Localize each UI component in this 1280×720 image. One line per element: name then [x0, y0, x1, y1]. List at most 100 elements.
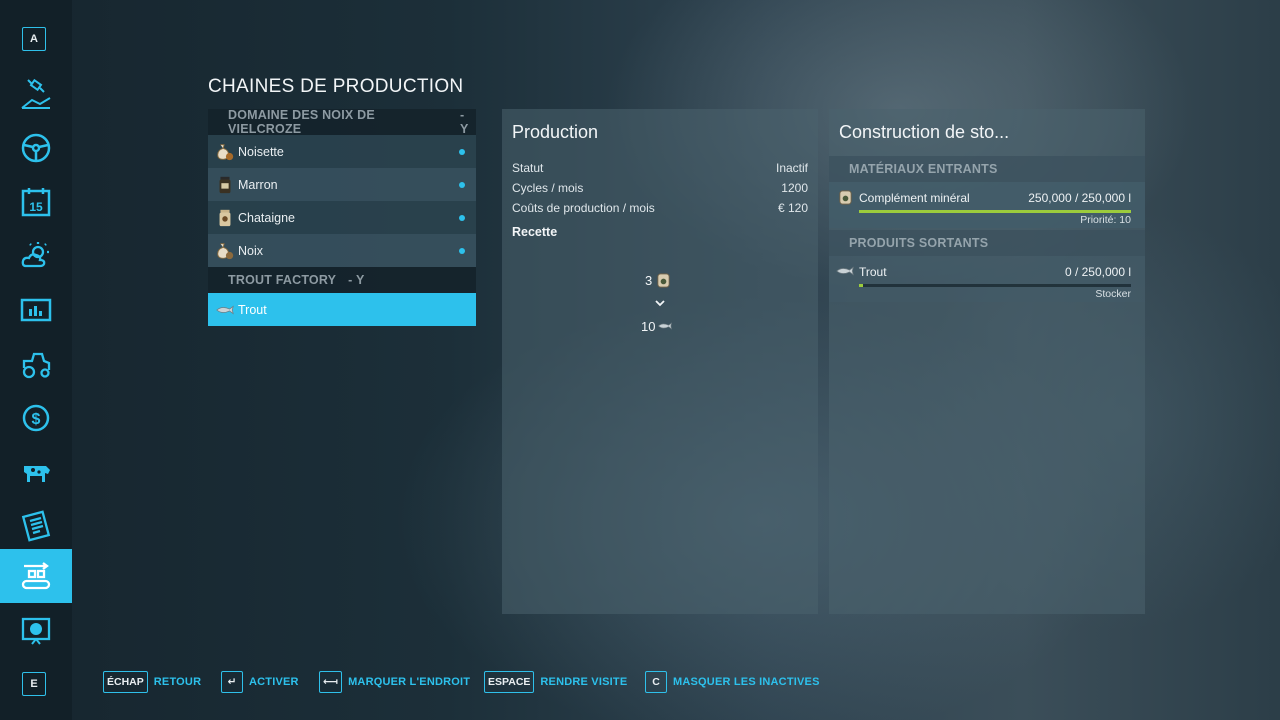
fill-level [859, 210, 1131, 213]
hazelnut-icon [214, 141, 236, 163]
next-tab-key[interactable]: E [22, 672, 46, 696]
sidebar-item-animals[interactable] [0, 445, 72, 499]
group-name: TROUT FACTORY [228, 273, 337, 287]
list-item-label: Noix [238, 243, 264, 258]
sidebar-item-map[interactable] [0, 67, 72, 121]
footer-visit[interactable]: ESPACE RENDRE VISITE [484, 671, 627, 693]
outputs-header: PRODUITS SORTANTS [829, 230, 1145, 256]
row-label: Coûts de production / mois [512, 201, 655, 215]
help-icon [21, 617, 51, 645]
recipe-input: 3 [645, 272, 672, 289]
output-product-row: Trout 0 / 250,000 l Stocker [829, 256, 1145, 302]
status-dot [459, 215, 465, 221]
sidebar-item-calendar[interactable]: 15 [0, 175, 72, 229]
recipe-output-qty: 10 [641, 318, 656, 334]
inputs-header: MATÉRIAUX ENTRANTS [829, 156, 1145, 182]
vehicles-icon [22, 352, 51, 379]
footer-label: MASQUER LES INACTIVES [673, 676, 820, 688]
panel-title: Construction de sto... [839, 122, 1010, 142]
animals-icon [24, 466, 50, 482]
key-c: C [645, 671, 667, 693]
sidebar-item-weather[interactable] [0, 229, 72, 283]
sidebar-item-contracts[interactable] [0, 499, 72, 553]
output-mode-label[interactable]: Stocker [1095, 288, 1131, 300]
finances-icon: $ [22, 404, 50, 432]
group-name: DOMAINE DES NOIX DE VIELCROZE [228, 108, 375, 136]
calendar-icon: 15 [21, 188, 51, 217]
status-dot [459, 149, 465, 155]
walnut-icon [214, 240, 236, 262]
list-item-noix[interactable]: Noix [208, 234, 476, 267]
contracts-icon [21, 510, 51, 542]
recipe-input-qty: 3 [645, 273, 653, 288]
material-amount: 250,000 / 250,000 l [1028, 191, 1131, 205]
row-label: Statut [512, 161, 544, 175]
footer-label: RETOUR [153, 676, 202, 688]
priority-label[interactable]: Priorité: 10 [1080, 214, 1131, 226]
sidebar-item-help[interactable] [0, 603, 72, 657]
cycles-row: Cycles / mois 1200 [512, 181, 808, 195]
production-panel: Production Statut Inactif Cycles / mois … [502, 109, 818, 614]
row-value: € 120 [777, 201, 808, 215]
sidebar-item-finances[interactable]: $ [0, 391, 72, 445]
footer-label: RENDRE VISITE [540, 676, 628, 688]
status-row: Statut Inactif [512, 161, 808, 175]
list-item-label: Chataigne [238, 210, 295, 225]
footer-back[interactable]: ÉCHAP RETOUR [103, 671, 201, 693]
footer-label: ACTIVER [249, 676, 299, 688]
group-suffix: - Y [459, 108, 469, 136]
mineral-feed-bag-icon [835, 187, 855, 207]
svg-text:$: $ [32, 411, 41, 428]
fish-icon [658, 322, 673, 330]
chestnut-jar-icon [214, 207, 236, 229]
fill-level-bar [859, 210, 1131, 213]
sidebar: A 15 $ E [0, 0, 72, 720]
statistics-icon [20, 298, 52, 322]
sidebar-item-vehicles[interactable] [0, 337, 72, 391]
chestnut-jar-icon [214, 174, 236, 196]
footer-activate[interactable]: ↵ ACTIVER [221, 671, 299, 693]
key-escape: ÉCHAP [103, 671, 148, 693]
group-suffix: - Y [348, 273, 365, 287]
list-item-label: Trout [238, 302, 267, 317]
row-label: Cycles / mois [512, 181, 584, 195]
key-space: ESPACE [484, 671, 535, 693]
status-dot [459, 182, 465, 188]
footer-hide-inactive[interactable]: C MASQUER LES INACTIVES [645, 671, 820, 693]
map-satellite-icon [21, 78, 51, 109]
fish-icon [835, 261, 855, 281]
sidebar-item-statistics[interactable] [0, 283, 72, 337]
key-backspace: ⟻ [319, 671, 343, 693]
group-header: DOMAINE DES NOIX DE VIELCROZE - Y [208, 108, 476, 136]
material-name: Complément minéral [859, 191, 970, 205]
chevron-down-icon [655, 300, 665, 307]
production-chains-icon [21, 562, 51, 590]
sidebar-item-production-chains[interactable] [0, 549, 72, 603]
product-amount: 0 / 250,000 l [1064, 265, 1131, 279]
status-dot [459, 248, 465, 254]
key-enter: ↵ [221, 671, 243, 693]
fill-level-bar [859, 284, 1131, 287]
steering-wheel-icon [21, 133, 51, 163]
list-item-chataigne[interactable]: Chataigne [208, 201, 476, 234]
row-value: 1200 [781, 181, 808, 195]
costs-row: Coûts de production / mois € 120 [512, 201, 808, 215]
svg-text:15: 15 [29, 200, 43, 214]
list-item-label: Noisette [238, 144, 284, 159]
panel-title: Production [512, 122, 599, 142]
prev-tab-key[interactable]: A [22, 27, 46, 51]
footer-mark-location[interactable]: ⟻ MARQUER L'ENDROIT [319, 671, 470, 693]
recipe-title: Recette [512, 225, 558, 239]
list-item-trout[interactable]: Trout [208, 293, 476, 326]
footer-label: MARQUER L'ENDROIT [348, 676, 471, 688]
page-title: CHAINES DE PRODUCTION [208, 76, 464, 97]
product-name: Trout [859, 265, 887, 279]
weather-icon [21, 242, 49, 268]
list-item-noisette[interactable]: Noisette [208, 135, 476, 168]
construction-panel: Construction de sto... MATÉRIAUX ENTRANT… [829, 109, 1145, 614]
recipe-output: 10 [641, 318, 675, 334]
mineral-feed-bag-icon [657, 273, 670, 288]
production-chain-list: DOMAINE DES NOIX DE VIELCROZE - Y Noiset… [208, 108, 476, 326]
sidebar-item-vehicles-control[interactable] [0, 121, 72, 175]
list-item-marron[interactable]: Marron [208, 168, 476, 201]
